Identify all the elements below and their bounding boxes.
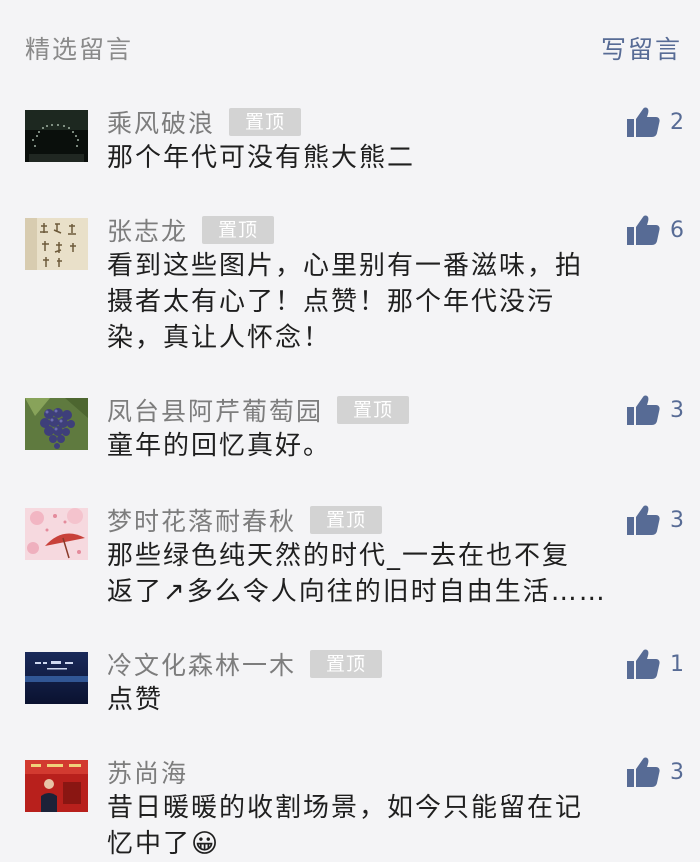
like-button[interactable]: 1 (627, 648, 686, 680)
comment-text-line: 那些绿色纯天然的时代_一去在也不复 (107, 541, 571, 571)
comment-text: 看到这些图片，心里别有一番滋味，拍 摄者太有心了！点赞！那个年代没污 染，真让人… (107, 248, 682, 356)
avatar[interactable] (25, 218, 88, 270)
comment-text: 那些绿色纯天然的时代_一去在也不复 返了↗多么令人向往的旧时自由生活…… (107, 538, 682, 610)
comment-text-line: 染，真让人怀念！ (107, 323, 332, 353)
comment-item: 梦时花落耐春秋 置顶 3 那些绿色纯天然的时代_一去在也不复 返了↗多么令人向往… (0, 505, 700, 618)
comment-header: 苏尚海 (107, 754, 188, 790)
avatar[interactable] (25, 652, 88, 704)
commenter-name[interactable]: 凤台县阿芹葡萄园 (107, 392, 323, 428)
thumbs-up-icon (627, 107, 660, 137)
like-button[interactable]: 6 (627, 214, 686, 246)
like-count: 2 (670, 109, 684, 135)
like-count: 1 (670, 651, 684, 677)
comment-header: 梦时花落耐春秋 置顶 (107, 502, 383, 538)
pinned-badge: 置顶 (310, 506, 383, 534)
comment-header: 冷文化森林一木 置顶 (107, 646, 383, 682)
comment-text-line: 忆中了😀 (107, 829, 221, 859)
thumbs-up-icon (627, 505, 660, 535)
commenter-name[interactable]: 张志龙 (107, 212, 188, 248)
commenter-name[interactable]: 乘风破浪 (107, 104, 215, 140)
thumbs-up-icon (627, 649, 660, 679)
comment-text-line: 点赞 (107, 685, 164, 715)
avatar[interactable] (25, 508, 88, 560)
comment-text: 昔日暖暖的收割场景，如今只能留在记 忆中了😀 (107, 790, 682, 862)
avatar[interactable] (25, 398, 88, 450)
comment-item: 乘风破浪 置顶 2 那个年代可没有熊大熊二 (0, 107, 700, 200)
pinned-badge: 置顶 (229, 108, 302, 136)
comment-text-line: 返了↗多么令人向往的旧时自由生活…… (107, 577, 607, 607)
comment-item: 张志龙 置顶 6 看到这些图片，心里别有一番滋味，拍 摄者太有心了！点赞！那个年… (0, 215, 700, 358)
avatar[interactable] (25, 110, 88, 162)
commenter-name[interactable]: 苏尚海 (107, 754, 188, 790)
write-comment-button[interactable]: 写留言 (601, 30, 682, 66)
thumbs-up-icon (627, 757, 660, 787)
comment-text: 那个年代可没有熊大熊二 (107, 140, 682, 176)
comment-text-line: 看到这些图片，心里别有一番滋味，拍 (107, 251, 584, 281)
comment-text-line: 摄者太有心了！点赞！那个年代没污 (107, 287, 556, 317)
avatar[interactable] (25, 760, 88, 812)
like-count: 6 (670, 217, 684, 243)
comment-item: 苏尚海 3 昔日暖暖的收割场景，如今只能留在记 忆中了😀 (0, 757, 700, 859)
comment-item: 冷文化森林一木 置顶 1 点赞 (0, 649, 700, 742)
comment-text: 点赞 (107, 682, 682, 718)
commenter-name[interactable]: 冷文化森林一木 (107, 646, 296, 682)
like-button[interactable]: 3 (627, 394, 686, 426)
comment-header: 乘风破浪 置顶 (107, 104, 302, 140)
pinned-badge: 置顶 (337, 396, 410, 424)
thumbs-up-icon (627, 215, 660, 245)
commenter-name[interactable]: 梦时花落耐春秋 (107, 502, 296, 538)
like-button[interactable]: 3 (627, 756, 686, 788)
thumbs-up-icon (627, 395, 660, 425)
like-count: 3 (670, 397, 684, 423)
pinned-badge: 置顶 (202, 216, 275, 244)
like-button[interactable]: 3 (627, 504, 686, 536)
comment-header: 凤台县阿芹葡萄园 置顶 (107, 392, 410, 428)
comment-text-line: 童年的回忆真好。 (107, 431, 332, 461)
comment-text-line: 昔日暖暖的收割场景，如今只能留在记 (107, 793, 584, 823)
like-count: 3 (670, 759, 684, 785)
pinned-badge: 置顶 (310, 650, 383, 678)
comment-text-line: 那个年代可没有熊大熊二 (107, 143, 416, 173)
comment-item: 凤台县阿芹葡萄园 置顶 3 童年的回忆真好。 (0, 395, 700, 488)
section-title: 精选留言 (25, 35, 134, 64)
comment-text: 童年的回忆真好。 (107, 428, 682, 464)
like-count: 3 (670, 507, 684, 533)
comment-header: 张志龙 置顶 (107, 212, 275, 248)
like-button[interactable]: 2 (627, 106, 686, 138)
comments-header: 精选留言 写留言 (0, 0, 700, 92)
